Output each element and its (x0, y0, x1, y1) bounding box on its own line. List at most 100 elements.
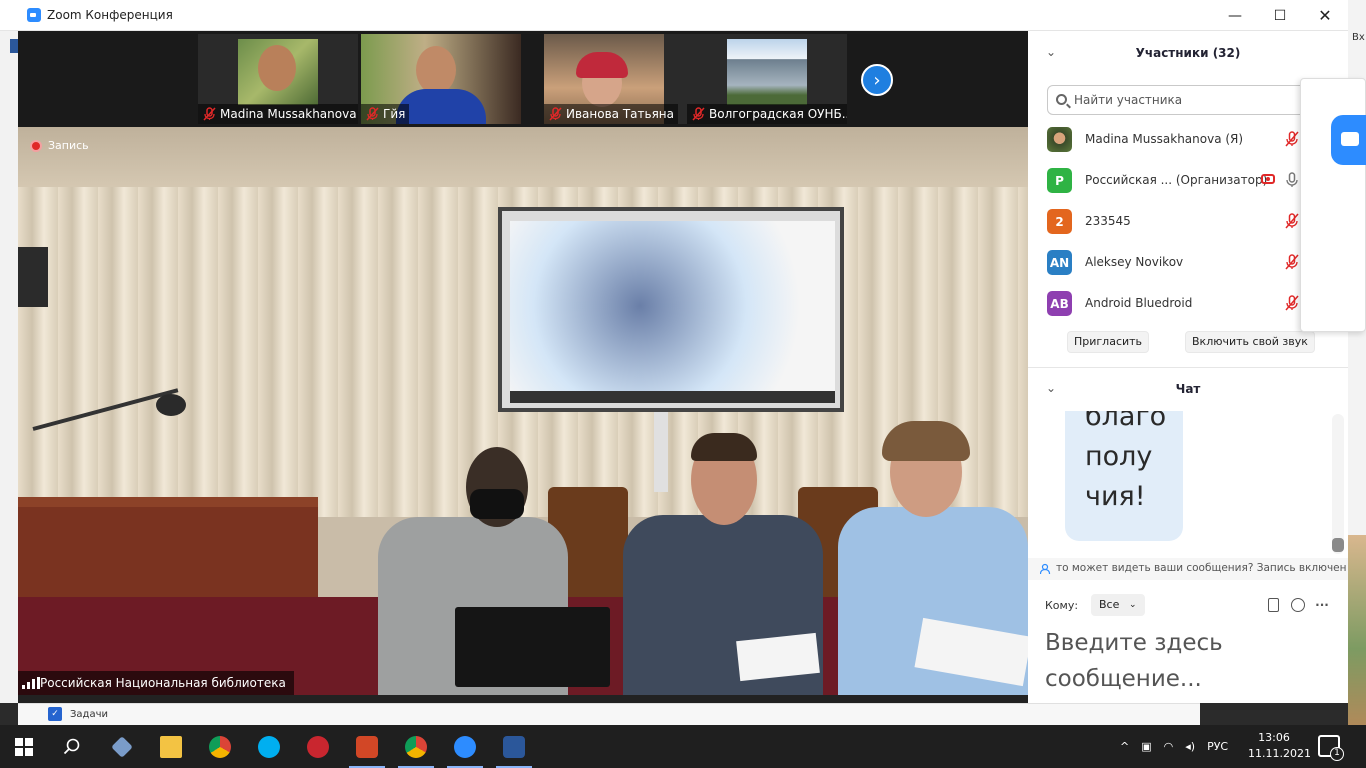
title-bar: Zoom Конференция — ☐ ✕ (0, 0, 1348, 31)
recipient-dropdown[interactable]: Все ⌄ (1091, 594, 1145, 616)
volume-icon[interactable]: ◂) (1185, 740, 1195, 753)
chat-scrollbar[interactable] (1332, 414, 1344, 554)
mic-muted-icon (203, 107, 216, 121)
clock[interactable]: 13:06 11.11.2021 (1248, 730, 1311, 762)
unmute-button[interactable]: Включить свой звук (1185, 331, 1315, 353)
taskbar-app[interactable] (294, 725, 342, 768)
taskbar-skype[interactable] (245, 725, 293, 768)
next-page-arrow-button[interactable]: › (861, 64, 893, 96)
recording-dot-icon (30, 139, 42, 152)
mic-muted-icon (549, 107, 562, 121)
thumbnail-video[interactable]: Madina Mussakhanova (198, 34, 358, 124)
chat-message-input[interactable] (1045, 625, 1335, 697)
avatar: AN (1047, 250, 1072, 275)
thumbnail-name: Madina Mussakhanova (220, 107, 357, 121)
taskbar-word[interactable] (490, 725, 538, 768)
participant-hair (576, 52, 628, 78)
video-thumbnail-strip: Madina Mussakhanova Гйя Иванова Татьяна … (18, 31, 1028, 127)
thumbnail-video[interactable]: Гйя (361, 34, 521, 124)
taskbar-file-explorer[interactable] (147, 725, 195, 768)
participant-video (238, 39, 318, 105)
thumbnail-name-tag: Гйя (361, 104, 410, 124)
chrome-icon (405, 735, 427, 758)
taskbar-zoom[interactable] (441, 725, 489, 768)
windows-taskbar: ^ ▣ ◠ ◂) РУС 13:06 11.11.2021 1 (0, 725, 1366, 768)
notification-center-button[interactable]: 1 (1318, 735, 1344, 761)
participant-name: Российская ... (Организатор) (1085, 173, 1268, 187)
mic-muted-icon (366, 107, 379, 121)
mic-muted-icon[interactable] (1285, 254, 1299, 270)
mic-muted-icon[interactable] (1285, 131, 1299, 147)
chevron-down-icon: ⌄ (1129, 600, 1137, 610)
close-button[interactable]: ✕ (1302, 0, 1348, 31)
thumbnail-name-tag: Madina Mussakhanova (198, 104, 358, 124)
mic-muted-icon (692, 107, 705, 121)
zoom-popup-window[interactable] (1300, 78, 1366, 332)
mic-icon[interactable] (1285, 172, 1299, 188)
system-tray: ^ ▣ ◠ ◂) РУС (1120, 725, 1228, 768)
background-app-label: Вх (1352, 32, 1365, 43)
taskbar-dropbox[interactable] (98, 725, 146, 768)
stage-tv-screen (498, 207, 844, 412)
tv-stand (654, 412, 668, 492)
taskbar-chrome-2[interactable] (392, 725, 440, 768)
background-photo (1348, 535, 1366, 725)
emoji-icon[interactable] (1291, 598, 1305, 612)
search-input[interactable] (1074, 91, 1324, 109)
signal-strength-icon (22, 677, 40, 689)
participants-title: Участники (32) (1135, 46, 1241, 60)
clock-time: 13:06 (1258, 731, 1290, 744)
chevron-right-icon: › (873, 69, 881, 91)
app-icon (307, 735, 329, 758)
thumbnail-video[interactable]: Волгоградская ОУНБ... (687, 34, 847, 124)
word-app-icon (10, 39, 18, 53)
word-icon (503, 735, 525, 758)
zoom-app-icon (27, 8, 41, 22)
panel-divider (1028, 367, 1348, 368)
chat-privacy-notice[interactable]: то может видеть ваши сообщения? Запись в… (1028, 558, 1348, 580)
taskbar-chrome[interactable] (196, 725, 244, 768)
maximize-button[interactable]: ☐ (1257, 0, 1303, 31)
taskbar-powerpoint[interactable] (343, 725, 391, 768)
folder-icon (160, 735, 182, 758)
recording-label: Запись (48, 139, 89, 152)
zoom-icon (454, 735, 476, 758)
invite-button[interactable]: Пригласить (1067, 331, 1150, 353)
recording-indicator: Запись (30, 139, 89, 152)
background-app-left-strip (0, 31, 18, 703)
window-title: Zoom Конференция (47, 8, 173, 22)
wifi-icon[interactable]: ◠ (1164, 740, 1174, 753)
scrollbar-thumb[interactable] (1332, 538, 1344, 552)
thumbnail-video[interactable]: Иванова Татьяна (544, 34, 704, 124)
mic-muted-icon[interactable] (1285, 295, 1299, 311)
user-icon (1040, 563, 1051, 575)
person-hair (882, 421, 970, 461)
wall-speaker (18, 247, 48, 307)
start-button[interactable] (0, 725, 48, 768)
chat-message-line: полу (1085, 441, 1153, 472)
chevron-up-icon[interactable]: ^ (1120, 740, 1129, 753)
laptop (455, 607, 610, 687)
mic-muted-icon[interactable] (1285, 213, 1299, 229)
main-speaker-video[interactable]: Запись Российская Национальная библиотек… (18, 127, 1028, 695)
main-speaker-name-tag: Российская Национальная библиотека (18, 671, 294, 695)
tasks-check-icon: ✓ (48, 707, 62, 721)
recipient-value: Все (1099, 598, 1120, 611)
camera-tray-icon[interactable]: ▣ (1141, 740, 1151, 753)
participant-search[interactable] (1047, 85, 1337, 115)
more-icon[interactable]: ··· (1315, 598, 1329, 612)
avatar: Р (1047, 168, 1072, 193)
chat-title: Чат (1175, 382, 1201, 396)
avatar: 2 (1047, 209, 1072, 234)
file-icon[interactable] (1268, 598, 1279, 612)
avatar (1047, 127, 1072, 152)
search-taskbar-button[interactable] (48, 725, 96, 768)
background-app-bottom: ✓ Задачи (18, 703, 1200, 725)
minimize-button[interactable]: — (1212, 0, 1258, 31)
language-indicator[interactable]: РУС (1207, 740, 1228, 753)
clock-date: 11.11.2021 (1248, 747, 1311, 760)
thumbnail-name-tag: Иванова Татьяна (544, 104, 678, 124)
search-icon (63, 738, 80, 754)
recipient-label: Кому: (1045, 599, 1079, 612)
microphone (156, 394, 186, 416)
